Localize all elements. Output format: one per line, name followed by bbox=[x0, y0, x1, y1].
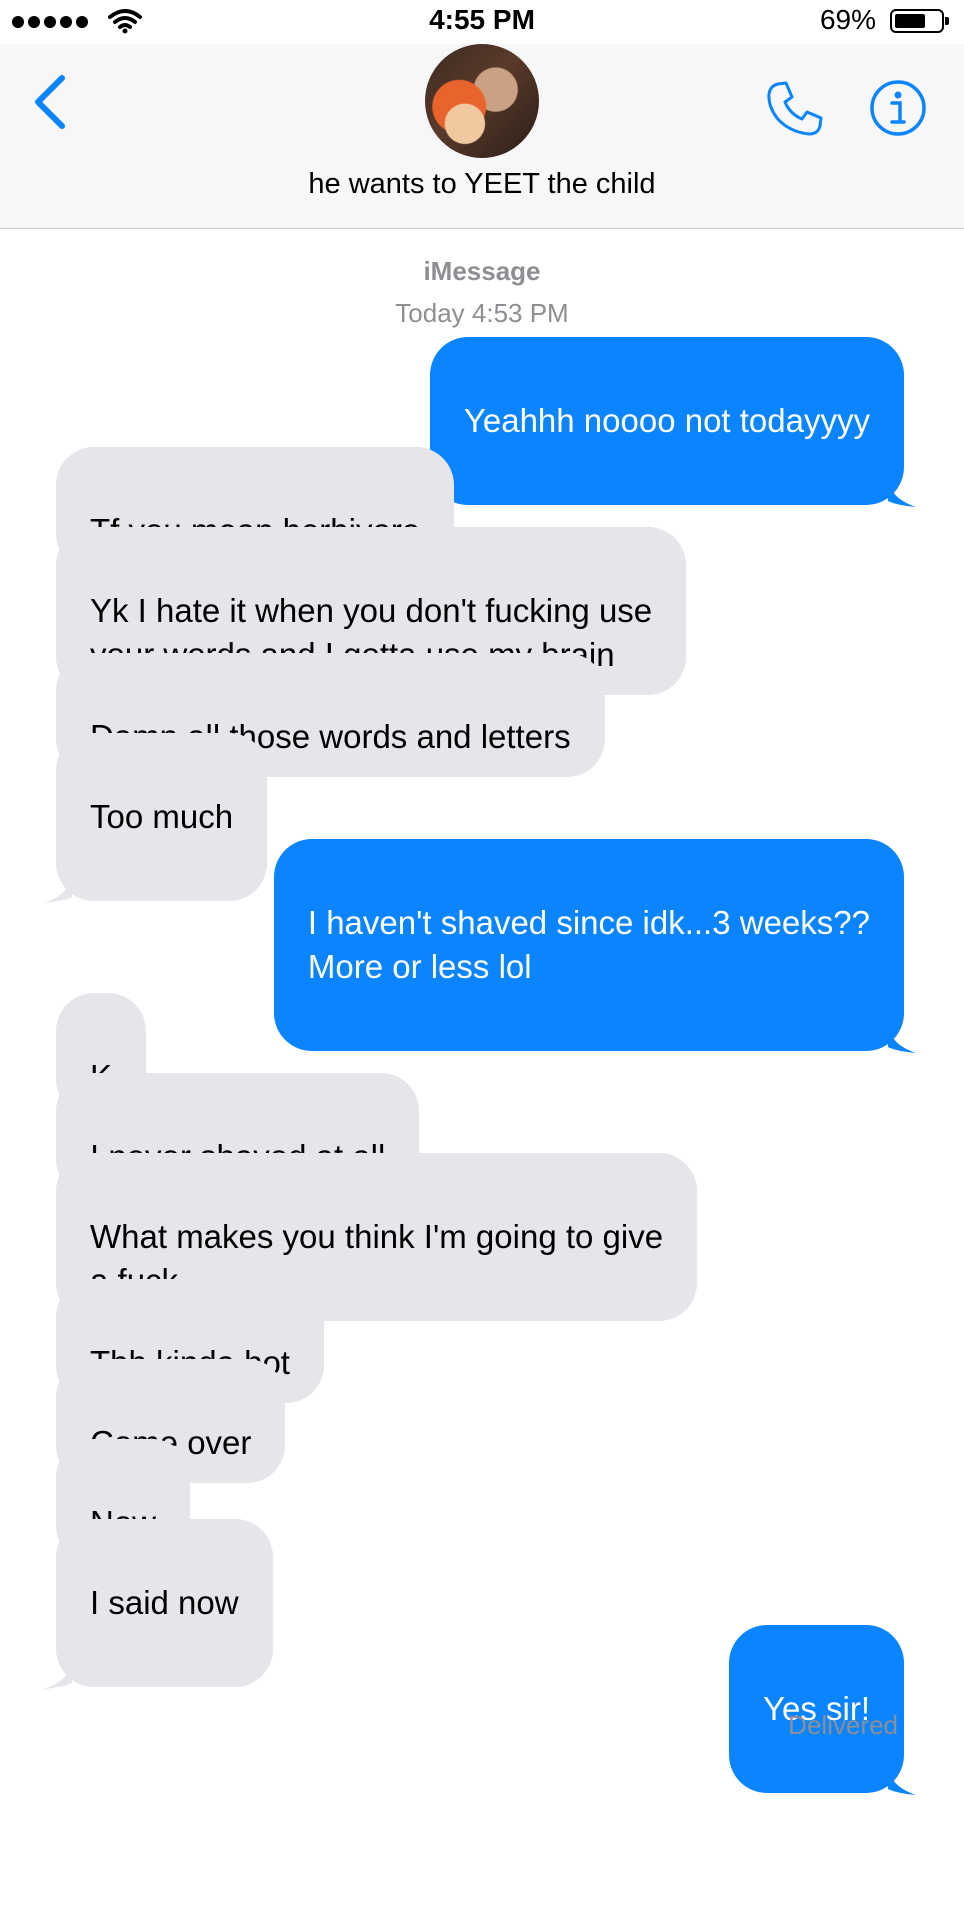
bubble-tail bbox=[888, 1769, 916, 1795]
info-icon[interactable] bbox=[868, 78, 928, 138]
phone-icon[interactable] bbox=[764, 78, 826, 140]
bubble-tail bbox=[888, 481, 916, 507]
sent-message[interactable]: Yeahhh noooo not todayyyy bbox=[429, 337, 916, 507]
sent-message[interactable]: I haven't shaved since idk...3 weeks?? M… bbox=[273, 839, 916, 1053]
message-text: Yeahhh noooo not todayyyy bbox=[463, 402, 870, 439]
contact-avatar[interactable] bbox=[425, 44, 539, 158]
sent-message[interactable]: Yes sir! bbox=[729, 1625, 916, 1795]
contact-name[interactable]: he wants to YEET the child bbox=[0, 168, 964, 201]
received-message[interactable]: Too much bbox=[44, 733, 268, 903]
conversation-timestamp: Today 4:53 PM bbox=[395, 298, 569, 328]
received-message[interactable]: I said now bbox=[44, 1519, 273, 1689]
bubble-tail bbox=[888, 1027, 916, 1053]
service-label: iMessage bbox=[423, 256, 541, 286]
battery-icon bbox=[890, 9, 949, 33]
message-text: Too much bbox=[90, 798, 234, 835]
delivery-status: Delivered bbox=[788, 1710, 898, 1740]
status-bar: 4:55 PM 69% bbox=[0, 0, 964, 44]
bubble-tail bbox=[44, 1663, 72, 1689]
battery-percent: 69% bbox=[819, 4, 876, 35]
conversation-header: he wants to YEET the child bbox=[0, 44, 964, 229]
bubble-tail bbox=[44, 877, 72, 903]
message-text: I haven't shaved since idk...3 weeks?? M… bbox=[307, 904, 870, 985]
back-chevron-icon[interactable] bbox=[28, 72, 72, 132]
message-text: I said now bbox=[90, 1584, 239, 1621]
